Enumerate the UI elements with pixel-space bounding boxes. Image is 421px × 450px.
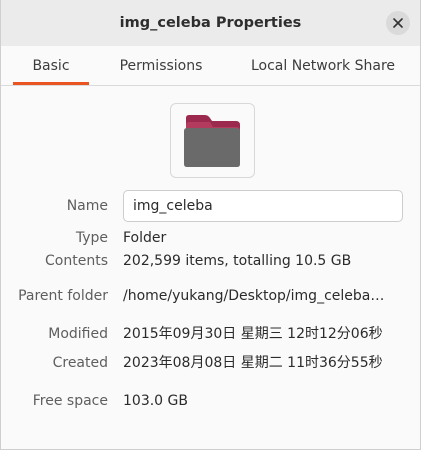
parent-folder-value[interactable]: /home/yukang/Desktop/img_celeba—… [123,287,398,305]
tab-permissions[interactable]: Permissions [107,46,215,85]
tab-basic[interactable]: Basic [13,46,89,85]
tab-local-network-share-label: Local Network Share [250,58,396,74]
contents-value: 202,599 items, totalling 10.5 GB [123,253,352,269]
folder-icon [184,115,240,167]
close-icon [393,18,403,28]
folder-icon-button[interactable] [170,103,255,178]
contents-label: Contents [45,253,108,269]
parent-folder-label: Parent folder [18,288,108,304]
title-bar: img_celeba Properties [1,0,420,46]
active-tab-indicator [13,82,89,85]
name-input[interactable] [123,190,403,222]
tab-permissions-label: Permissions [119,58,203,74]
tab-bar: Basic Permissions Local Network Share [1,46,420,86]
type-value: Folder [123,230,167,246]
name-label: Name [66,198,108,214]
properties-dialog: img_celeba Properties Basic Permissions … [0,0,421,450]
modified-label: Modified [48,326,108,342]
type-label: Type [75,230,108,246]
free-space-value: 103.0 GB [123,393,188,409]
created-value: 2023年08月08日 星期二 11时36分55秒 [123,355,383,371]
tab-local-network-share[interactable]: Local Network Share [241,46,405,85]
free-space-label: Free space [32,393,108,409]
close-button[interactable] [386,11,410,35]
tab-basic-label: Basic [32,58,70,74]
created-label: Created [52,355,108,371]
modified-value: 2015年09月30日 星期三 12时12分06秒 [123,326,383,342]
window-title: img_celeba Properties [119,15,302,31]
